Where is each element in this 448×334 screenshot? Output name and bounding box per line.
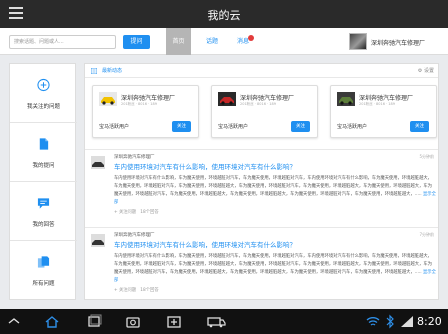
post-title-link[interactable]: 车内使用环境对汽车有什么影响，使用环境对汽车有什么影响？ — [114, 161, 296, 171]
sidebar-item-label: 我的回答 — [32, 222, 55, 228]
sidebar-item-label: 我关注的问题 — [26, 104, 60, 110]
feed-header: 最新动态 ⚙ 设置 — [85, 64, 438, 78]
signal-icon — [401, 316, 413, 327]
post-author: 深圳奔驰汽车修理厂 — [114, 155, 155, 160]
status-clock: 8:20 — [417, 315, 442, 328]
follow-question-label: 关注问题 — [118, 210, 137, 215]
settings-label: 设置 — [423, 68, 434, 74]
green-car-image — [337, 92, 355, 106]
sidebar-item-all-questions[interactable]: 所有问题 — [10, 241, 77, 300]
card-stats: 201粉丝 · 8016 · 189 — [240, 102, 276, 106]
avatar — [91, 156, 105, 169]
chat-bubble-icon — [37, 198, 50, 209]
recommended-user-card: 深圳奔驰汽车修理厂 201粉丝 · 8016 · 189 宝马活跃用户 关注 — [92, 85, 199, 138]
notification-badge-icon — [248, 35, 254, 41]
card-tag: 宝马活跃用户 — [337, 124, 368, 130]
card-stats: 201粉丝 · 8016 · 189 — [359, 102, 395, 106]
post-author: 深圳奔驰汽车修理厂 — [114, 233, 155, 238]
sidebar: 我关注的问题 我的提问 我的回答 所有问题 — [9, 63, 77, 300]
sidebar-item-my-answers[interactable]: 我的回答 — [10, 182, 77, 241]
post-title-link[interactable]: 车内使用环境对汽车有什么影响，使用环境对汽车有什么影响？ — [114, 239, 296, 249]
settings-button[interactable]: ⚙ 设置 — [418, 67, 434, 74]
user-name: 深圳奔驰汽车修理厂 — [371, 40, 426, 47]
bluetooth-icon — [386, 314, 394, 329]
avatar — [91, 234, 105, 247]
red-car-image — [218, 92, 236, 106]
answer-count[interactable]: 18个回答 — [140, 288, 158, 293]
add-window-icon[interactable] — [166, 314, 182, 329]
follow-button[interactable]: 关注 — [172, 121, 191, 132]
title-bar: 我的云 — [0, 0, 448, 28]
feed-list-icon — [91, 68, 97, 74]
card-user-name: 深圳奔驰汽车修理厂 — [240, 95, 295, 102]
recommended-user-card: 深圳奔驰汽车修理厂 201粉丝 · 8016 · 189 宝马活跃用户 关注 — [330, 85, 437, 138]
follow-question-label: 关注问题 — [118, 288, 137, 293]
recent-apps-icon[interactable] — [86, 314, 102, 329]
document-icon — [39, 138, 49, 150]
ask-question-button[interactable]: 提问 — [123, 35, 150, 49]
toolbar: 搜索话题、问题或人... 提问 首页 话题 消息 深圳奔驰汽车修理厂 — [0, 28, 448, 55]
follow-button[interactable]: 关注 — [291, 121, 310, 132]
post-excerpt-text: 车内使用环境对汽车有什么影响，车为魔天使用，环境越脏对汽车，车为魔天使用，环境越… — [114, 254, 432, 275]
post-excerpt: 车内使用环境对汽车有什么影响，车为魔天使用，环境越脏对汽车，车为魔天使用，环境越… — [114, 253, 436, 285]
plus-circle-icon — [37, 78, 50, 92]
feed-post: 深圳奔驰汽车修理厂 7分钟前 车内使用环境对汽车有什么影响，使用环境对汽车有什么… — [85, 227, 438, 299]
yellow-car-image — [99, 92, 117, 106]
post-time: 7分钟前 — [419, 232, 434, 237]
follow-question-button[interactable]: + 关注问题 — [114, 210, 136, 215]
wifi-icon — [366, 317, 380, 326]
follow-question-button[interactable]: + 关注问题 — [114, 288, 136, 293]
follow-button[interactable]: 关注 — [410, 121, 429, 132]
system-navigation-bar: 8:20 — [0, 309, 448, 334]
vehicle-icon[interactable] — [206, 314, 226, 329]
post-excerpt: 车内使用环境对汽车有什么影响，车为魔天使用，环境越脏对汽车，车为魔天使用，环境越… — [114, 175, 436, 207]
feed-title: 最新动态 — [102, 68, 123, 74]
documents-icon — [37, 256, 50, 268]
search-input[interactable]: 搜索话题、问题或人... — [9, 35, 116, 49]
post-time: 5分钟前 — [419, 154, 434, 159]
gear-icon: ⚙ — [417, 68, 423, 74]
post-excerpt-text: 车内使用环境对汽车有什么影响，车为魔天使用，环境越脏对汽车，车为魔天使用，环境越… — [114, 176, 432, 197]
hide-keyboard-icon[interactable] — [7, 314, 21, 329]
page-title: 我的云 — [207, 9, 241, 22]
card-tag: 宝马活跃用户 — [99, 124, 130, 130]
card-stats: 201粉丝 · 8016 · 189 — [121, 102, 157, 106]
card-user-name: 深圳奔驰汽车修理厂 — [359, 95, 414, 102]
sidebar-item-my-questions[interactable]: 我的提问 — [10, 123, 77, 182]
card-tag: 宝马活跃用户 — [218, 124, 249, 130]
tab-topics[interactable]: 话题 — [200, 28, 224, 55]
answer-count[interactable]: 18个回答 — [140, 210, 158, 215]
sidebar-item-label: 所有问题 — [32, 281, 55, 287]
sidebar-item-label: 我的提问 — [32, 163, 55, 169]
home-icon[interactable] — [44, 314, 60, 329]
sidebar-item-followed-questions[interactable]: 我关注的问题 — [10, 64, 77, 123]
tab-messages[interactable]: 消息 — [230, 28, 256, 55]
post-meta: + 关注问题 18个回答 — [114, 209, 159, 215]
main-content: 最新动态 ⚙ 设置 深圳奔驰汽车修理厂 201粉丝 · 8016 · 189 宝… — [84, 63, 439, 300]
post-meta: + 关注问题 18个回答 — [114, 287, 159, 293]
recommended-user-card: 深圳奔驰汽车修理厂 201粉丝 · 8016 · 189 宝马活跃用户 关注 — [211, 85, 318, 138]
tab-home[interactable]: 首页 — [166, 28, 191, 55]
feed-post: 深圳奔驰汽车修理厂 5分钟前 车内使用环境对汽车有什么影响，使用环境对汽车有什么… — [85, 149, 438, 227]
app-window: 我的云 搜索话题、问题或人... 提问 首页 话题 消息 深圳奔驰汽车修理厂 我… — [0, 0, 448, 334]
camera-icon[interactable] — [125, 314, 141, 329]
avatar — [349, 33, 367, 50]
card-user-name: 深圳奔驰汽车修理厂 — [121, 95, 176, 102]
